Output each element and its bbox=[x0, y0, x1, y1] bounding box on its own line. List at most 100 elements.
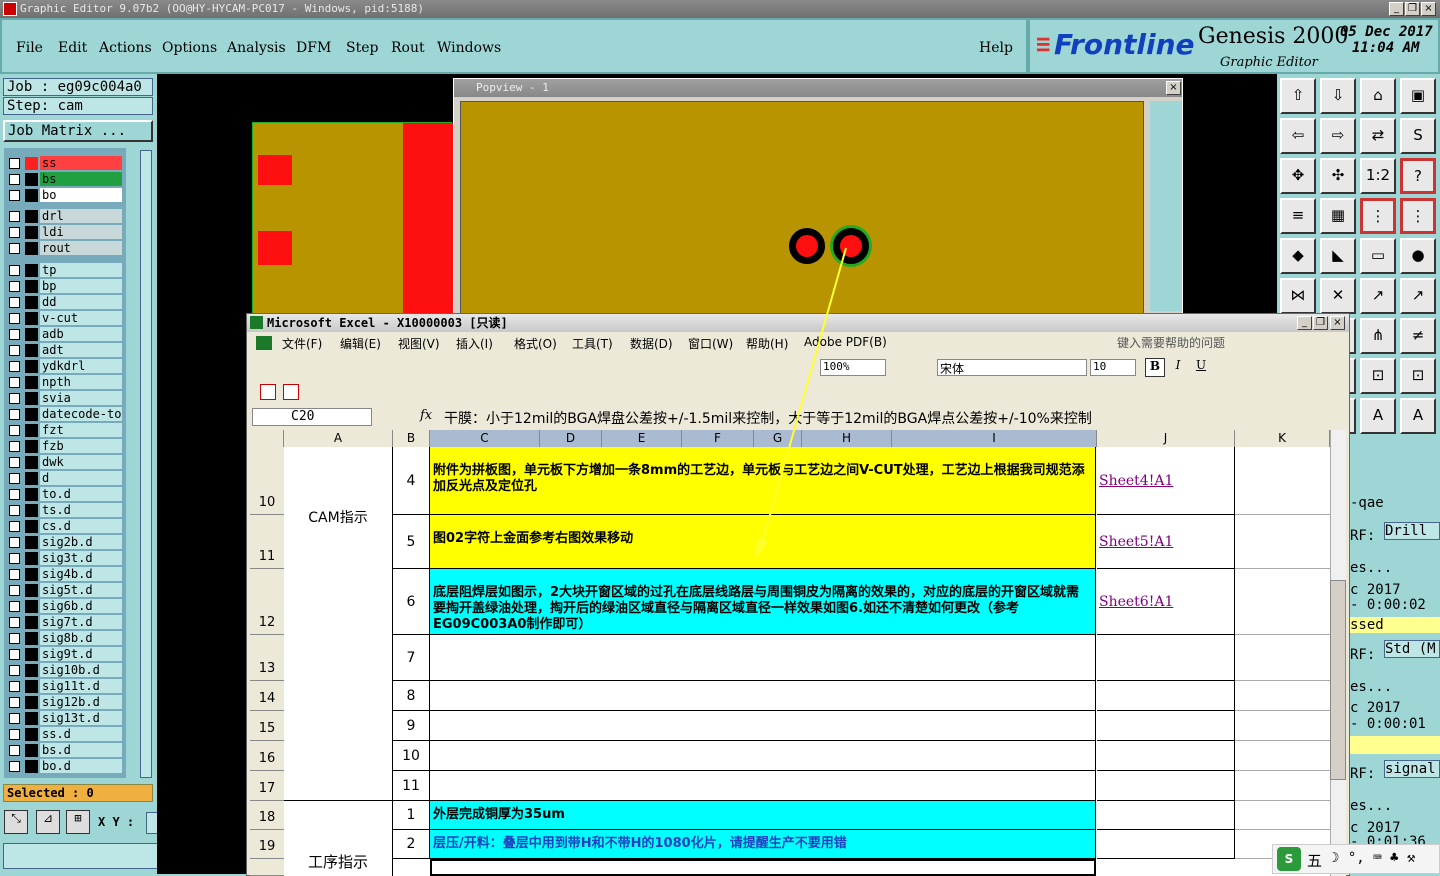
tool-scale-icon[interactable]: 1:2 bbox=[1360, 158, 1396, 194]
layer-row[interactable]: sig10b.d bbox=[8, 663, 142, 678]
column-header[interactable]: J bbox=[1097, 430, 1235, 447]
instruction-cell[interactable] bbox=[430, 741, 1096, 771]
layer-row[interactable]: dwk bbox=[8, 455, 142, 470]
item-number-cell[interactable]: 2 bbox=[393, 830, 430, 859]
restore-button[interactable]: ❐ bbox=[1405, 2, 1420, 16]
sheet-link-cell[interactable] bbox=[1097, 711, 1235, 741]
excel-menu-item[interactable]: 编辑(E) bbox=[340, 335, 381, 352]
layer-checkbox[interactable] bbox=[9, 393, 20, 404]
bold-button[interactable]: B bbox=[1145, 358, 1165, 377]
layer-row[interactable]: bp bbox=[8, 279, 142, 294]
row-header[interactable] bbox=[250, 859, 284, 876]
layer-row-bs[interactable]: bs bbox=[8, 172, 142, 187]
empty-cell[interactable] bbox=[1235, 681, 1330, 711]
ime-mode[interactable]: 五 bbox=[1307, 850, 1322, 871]
layer-checkbox[interactable] bbox=[9, 585, 20, 596]
layer-row[interactable]: datecode-to bbox=[8, 407, 142, 422]
layer-checkbox[interactable] bbox=[9, 569, 20, 580]
item-number-cell[interactable]: 9 bbox=[393, 711, 430, 741]
layer-row[interactable]: sig7t.d bbox=[8, 615, 142, 630]
layer-checkbox[interactable] bbox=[9, 681, 20, 692]
layer-row[interactable]: tp bbox=[8, 263, 142, 278]
item-number-cell[interactable]: 4 bbox=[393, 447, 430, 515]
menu-edit[interactable]: Edit bbox=[58, 40, 87, 56]
excel-menu-item[interactable]: 视图(V) bbox=[398, 335, 440, 352]
tool-left-icon[interactable]: ⇦ bbox=[1280, 118, 1316, 154]
layer-row[interactable]: sig3t.d bbox=[8, 551, 142, 566]
layer-row[interactable]: sig8b.d bbox=[8, 631, 142, 646]
layer-row[interactable]: to.d bbox=[8, 487, 142, 502]
tool-swap-icon[interactable]: ⇄ bbox=[1360, 118, 1396, 154]
layer-checkbox[interactable] bbox=[9, 649, 20, 660]
menu-options[interactable]: Options bbox=[162, 40, 217, 56]
empty-cell[interactable] bbox=[1235, 741, 1330, 771]
instruction-cell[interactable]: 层压/开料：叠层中用到带H和不带H的1080化片，请提醒生产不要用错 bbox=[430, 830, 1096, 859]
measure-icon[interactable]: ⊿ bbox=[36, 810, 60, 834]
layer-checkbox[interactable] bbox=[9, 377, 20, 388]
menu-dfm[interactable]: DFM bbox=[296, 40, 331, 56]
tool-fit-icon[interactable]: ✥ bbox=[1280, 158, 1316, 194]
layer-checkbox[interactable] bbox=[9, 211, 20, 222]
formula-input[interactable]: 干膜：小于12mil的BGA焊盘公差按+/-1.5mil来控制，大于等于12mi… bbox=[444, 408, 1344, 426]
excel-restore-button[interactable]: ❐ bbox=[1313, 316, 1328, 330]
column-header[interactable]: C bbox=[430, 430, 540, 447]
ime-logo-icon[interactable]: S bbox=[1277, 847, 1301, 871]
excel-help-search[interactable]: 键入需要帮助的问题 bbox=[1117, 334, 1225, 351]
ime-options-icon[interactable]: ☽ °, ⌨ ♣ ⚒ bbox=[1331, 850, 1415, 866]
layer-checkbox[interactable] bbox=[9, 665, 20, 676]
layer-checkbox[interactable] bbox=[9, 243, 20, 254]
excel-menu-item[interactable]: 插入(I) bbox=[456, 335, 493, 352]
layer-row[interactable]: sig12b.d bbox=[8, 695, 142, 710]
layer-checkbox[interactable] bbox=[9, 489, 20, 500]
tool-up-icon[interactable]: ⇧ bbox=[1280, 78, 1316, 114]
layer-row[interactable]: sig4b.d bbox=[8, 567, 142, 582]
layer-checkbox[interactable] bbox=[9, 457, 20, 468]
layer-row[interactable]: npth bbox=[8, 375, 142, 390]
layer-checkbox[interactable] bbox=[9, 505, 20, 516]
column-header[interactable]: A bbox=[284, 430, 393, 447]
layer-checkbox[interactable] bbox=[9, 190, 20, 201]
panel-es-3[interactable]: es... bbox=[1350, 798, 1440, 814]
sheet-link-cell[interactable] bbox=[1097, 681, 1235, 711]
tool-net-icon[interactable]: ⋈ bbox=[1280, 278, 1316, 314]
empty-cell[interactable] bbox=[1235, 801, 1330, 830]
item-number-cell[interactable]: 6 bbox=[393, 569, 430, 635]
row-header[interactable]: 16 bbox=[250, 741, 284, 771]
layer-row[interactable]: fzt bbox=[8, 423, 142, 438]
layer-row[interactable]: sig6b.d bbox=[8, 599, 142, 614]
sheet-link-cell[interactable] bbox=[1097, 741, 1235, 771]
layer-checkbox[interactable] bbox=[9, 409, 20, 420]
close-button[interactable]: × bbox=[1421, 2, 1436, 16]
item-number-cell[interactable]: 1 bbox=[393, 801, 430, 830]
tool-text-d-icon[interactable]: A bbox=[1400, 398, 1436, 434]
excel-doc-icon[interactable] bbox=[256, 336, 272, 350]
section-process[interactable]: 工序指示 bbox=[284, 801, 393, 876]
layer-row[interactable]: bs.d bbox=[8, 743, 142, 758]
empty-cell[interactable] bbox=[1235, 771, 1330, 801]
layer-checkbox[interactable] bbox=[9, 537, 20, 548]
layer-checkbox[interactable] bbox=[9, 329, 20, 340]
layer-checkbox[interactable] bbox=[9, 713, 20, 724]
tool-ruler-icon[interactable]: ▭ bbox=[1360, 238, 1396, 274]
layer-row[interactable]: sig2b.d bbox=[8, 535, 142, 550]
italic-button[interactable]: I bbox=[1168, 358, 1188, 377]
layer-checkbox[interactable] bbox=[9, 281, 20, 292]
layer-row[interactable]: cs.d bbox=[8, 519, 142, 534]
excel-menu-item[interactable]: 工具(T) bbox=[572, 335, 613, 352]
layer-row[interactable]: sig5t.d bbox=[8, 583, 142, 598]
minimize-button[interactable]: _ bbox=[1389, 2, 1404, 16]
job-matrix-button[interactable]: Job Matrix ... bbox=[3, 120, 153, 142]
menu-rout[interactable]: Rout bbox=[391, 40, 425, 56]
tool-fill-icon[interactable]: ◣ bbox=[1320, 238, 1356, 274]
grid-icon[interactable]: ⊞ bbox=[66, 810, 90, 834]
sheet-link-cell[interactable]: Sheet4!A1 bbox=[1097, 447, 1235, 515]
layer-row[interactable]: d bbox=[8, 471, 142, 486]
layer-row[interactable]: dd bbox=[8, 295, 142, 310]
layer-checkbox[interactable] bbox=[9, 553, 20, 564]
zoom-area-icon[interactable]: ⤡ bbox=[4, 810, 28, 834]
tool-rotate-icon[interactable]: ↗ bbox=[1400, 278, 1436, 314]
column-header[interactable]: D bbox=[540, 430, 602, 447]
layer-checkbox[interactable] bbox=[9, 601, 20, 612]
tool-dot-icon[interactable]: ● bbox=[1400, 238, 1436, 274]
item-number-cell[interactable]: 10 bbox=[393, 741, 430, 771]
